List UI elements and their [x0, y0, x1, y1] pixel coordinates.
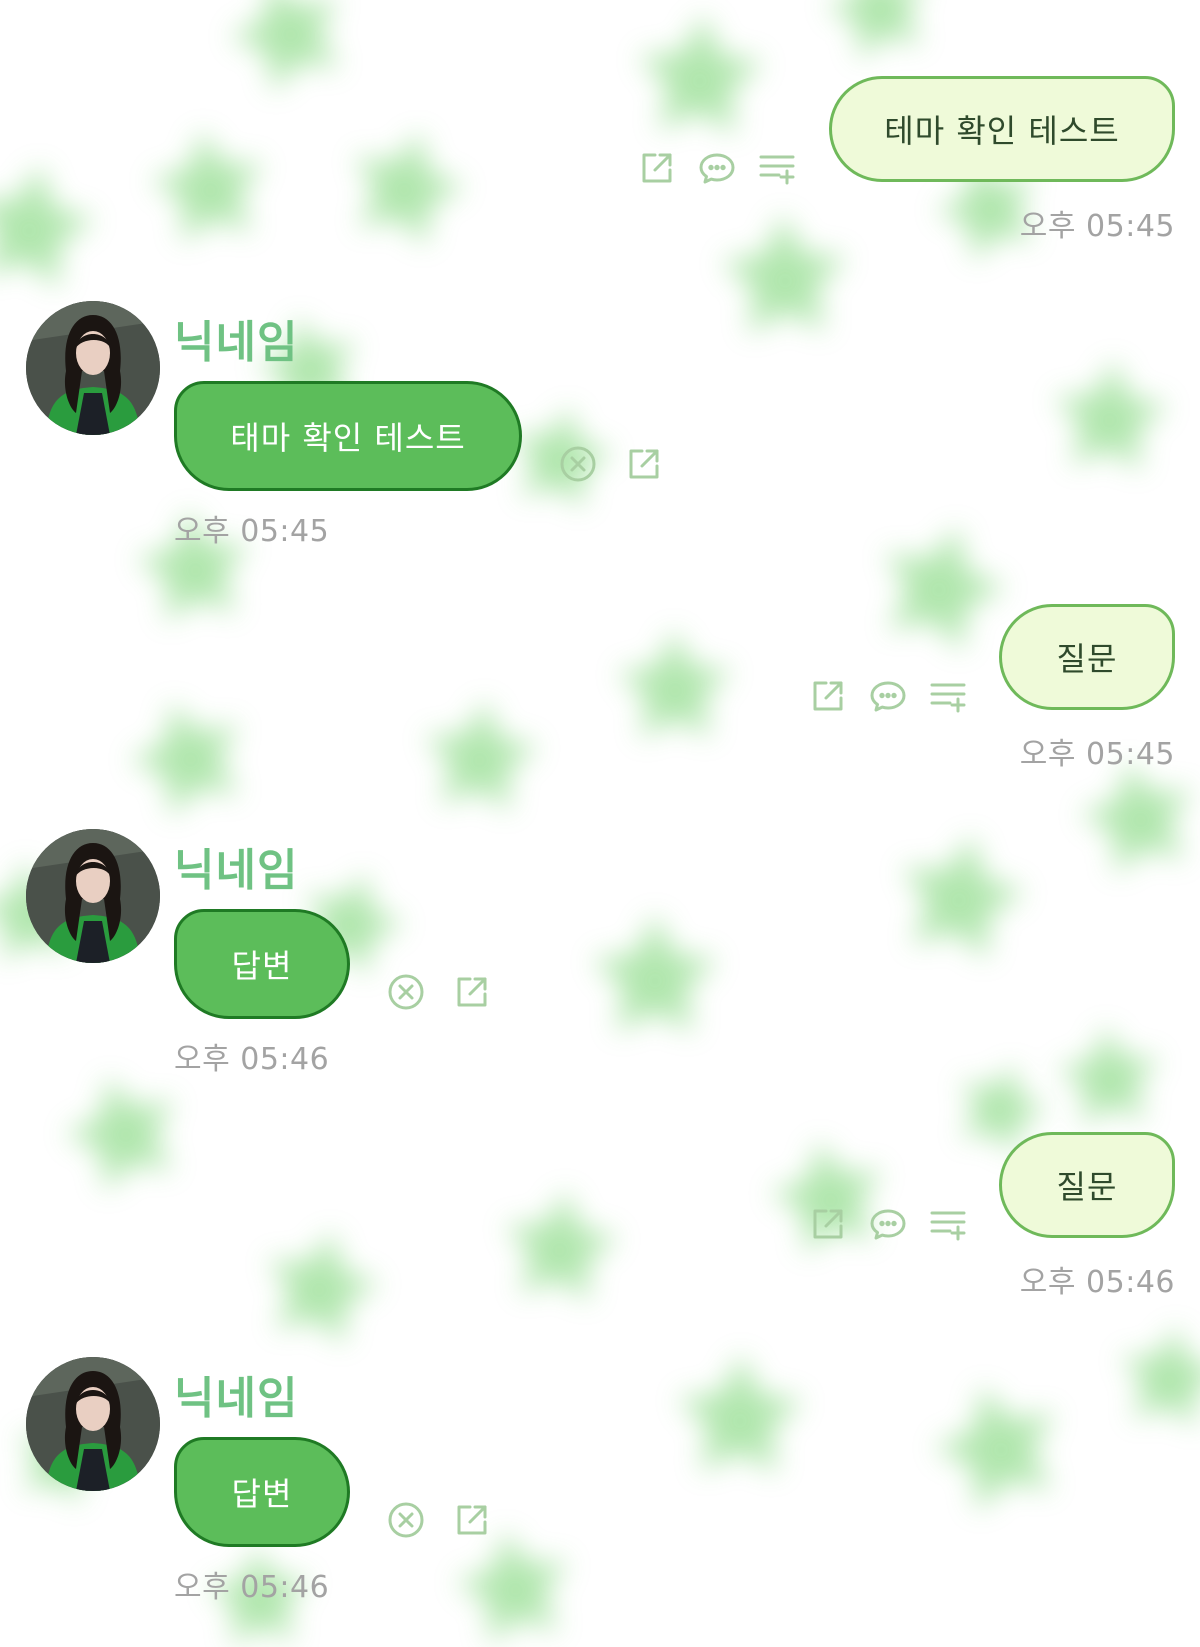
delete-icon[interactable] — [387, 1501, 425, 1539]
share-icon[interactable] — [453, 1501, 491, 1539]
avatar[interactable] — [26, 1357, 160, 1491]
incoming-message: 닉네임 답변 오후 05:46 — [0, 0, 1200, 1620]
chat-thread: 테마 확인 테스트 오후 05:45 닉네임 태마 확인 테스트 오후 05:4… — [0, 0, 1200, 1647]
sender-nickname: 닉네임 — [174, 1373, 299, 1424]
message-time: 오후 05:46 — [174, 1570, 330, 1605]
avatar-image — [26, 1357, 160, 1491]
message-actions — [387, 1496, 491, 1544]
message-bubble[interactable]: 답변 — [174, 1437, 350, 1547]
